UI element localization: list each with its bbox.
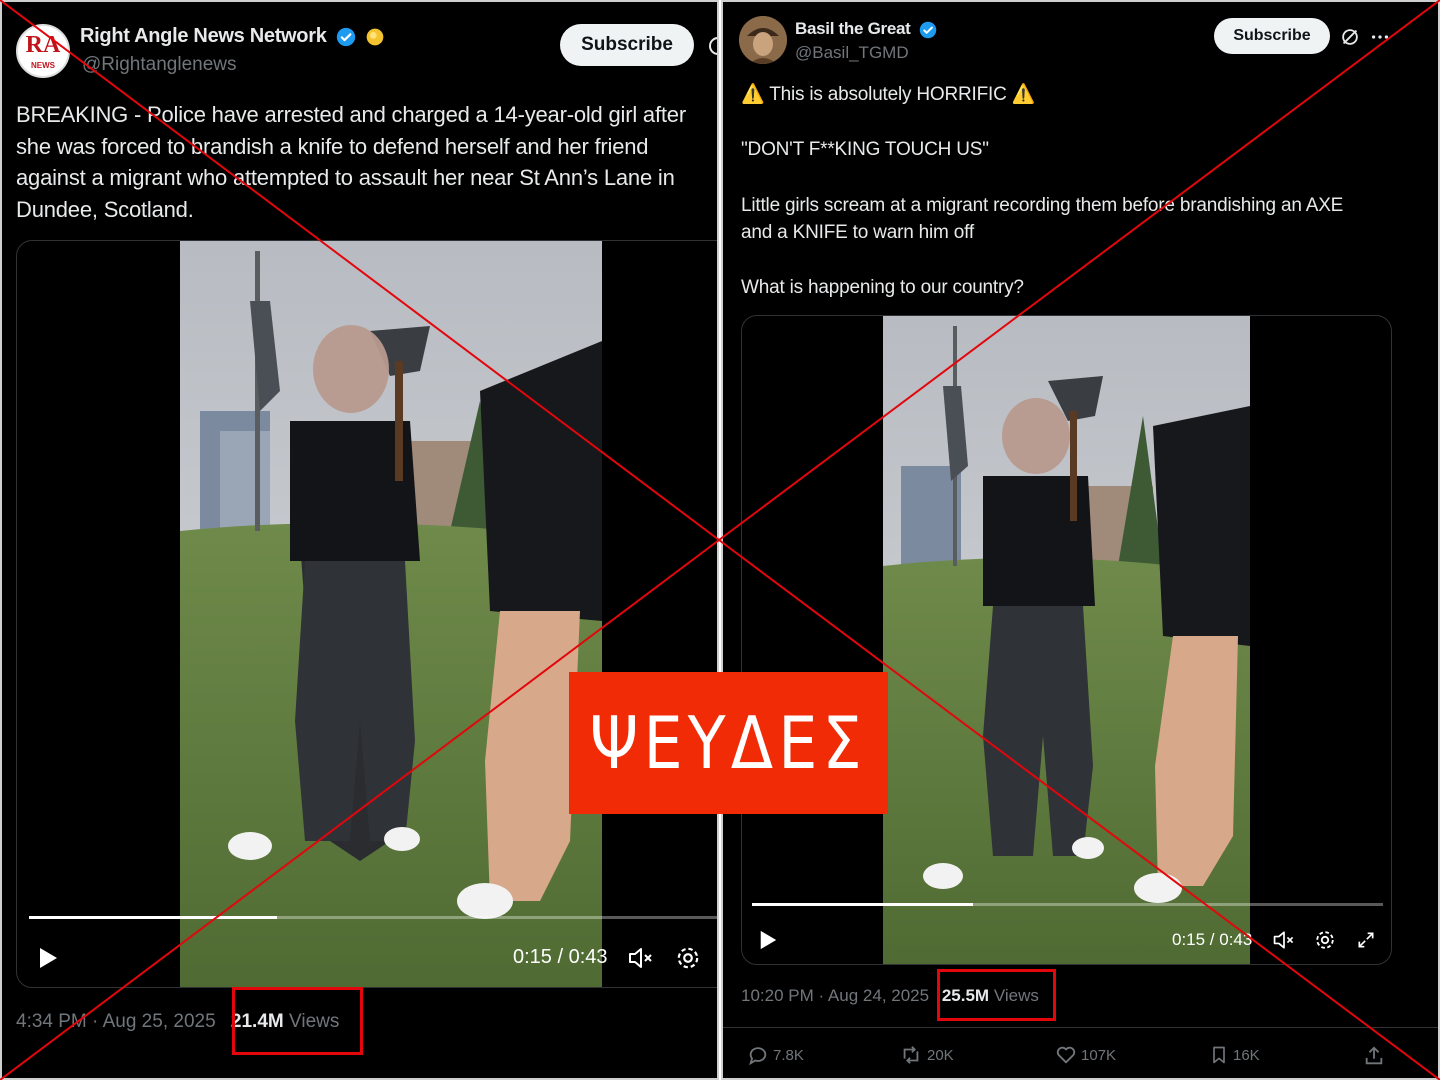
display-name-text[interactable]: Right Angle News Network [80,25,327,47]
fake-verdict-label: ΨΕΥΔΕΣ [589,701,868,785]
tweet-text-line-1: ⚠️ This is absolutely HORRIFIC ⚠️ [741,84,1036,105]
bookmark-button[interactable]: 16K [1209,1044,1260,1066]
video-frame[interactable] [180,241,602,987]
avatar[interactable] [739,16,787,64]
display-name[interactable]: Basil the Great [795,19,937,39]
share-icon[interactable] [1363,1045,1385,1067]
logo-sub-text: NEWS [31,61,55,70]
tweet-text: BREAKING - Police have arrested and char… [16,102,686,222]
video-frame[interactable] [883,316,1250,964]
verified-badge-icon [919,21,937,38]
repost-icon [903,1046,919,1064]
video-progress-fill [29,916,277,919]
mute-icon[interactable] [1272,929,1296,951]
video-player[interactable]: 0:15 / 0:43 [16,240,717,988]
video-progress-bar[interactable] [752,903,1383,906]
repost-button[interactable]: 20K [899,1044,954,1066]
reply-icon [749,1047,767,1066]
repost-count: 20K [927,1046,954,1064]
video-progress-fill [752,903,973,906]
tweet-text-line-2: "DON'T F**KING TOUCH US" [741,139,989,160]
action-bar [723,1027,1438,1028]
right-tweet-card: Basil the Great @Basil_TGMD Subscribe ⚠️… [721,0,1440,1080]
like-button[interactable]: 107K [1055,1044,1116,1066]
video-time: 0:15 / 0:43 [1172,930,1253,949]
more-options-icon[interactable] [1369,26,1391,48]
tweet-text-line-3: Little girls scream at a migrant recordi… [741,195,1344,243]
verified-badge-icon [336,27,355,46]
subscribe-button[interactable]: Subscribe [1214,18,1330,54]
logo-icon: RA [25,32,61,58]
timestamp[interactable]: 10:20 PM · Aug 24, 2025 [741,986,929,1005]
like-count: 107K [1081,1046,1117,1064]
avatar[interactable]: RA NEWS [16,24,70,78]
grok-icon[interactable] [1339,26,1361,48]
play-icon[interactable] [758,929,778,951]
play-icon[interactable] [37,946,59,970]
fullscreen-icon[interactable] [1356,930,1376,950]
avatar-portrait-icon [739,16,787,64]
grok-icon[interactable] [706,34,719,58]
views-highlight-box [937,969,1056,1021]
display-name[interactable]: Right Angle News Network [80,25,385,48]
handle[interactable]: @Rightanglenews [82,54,237,76]
reply-count: 7.8K [773,1046,804,1064]
video-player[interactable]: 0:15 / 0:43 [741,315,1392,965]
timestamp[interactable]: 4:34 PM · Aug 25, 2025 [16,1011,216,1032]
bookmark-icon [1213,1046,1225,1064]
video-progress-bar[interactable] [29,916,717,919]
fake-verdict-stamp: ΨΕΥΔΕΣ [569,672,888,814]
gold-badge-icon [366,28,384,46]
display-name-text[interactable]: Basil the Great [795,19,911,38]
views-highlight-box [232,987,363,1055]
video-still-image [883,316,1250,964]
left-tweet-card: RA NEWS Right Angle News Network @Righta… [0,0,719,1080]
handle[interactable]: @Basil_TGMD [795,43,909,63]
tweet-text-line-4: What is happening to our country? [741,277,1024,298]
subscribe-button[interactable]: Subscribe [560,24,694,66]
heart-icon [1056,1046,1076,1064]
settings-icon[interactable] [675,945,701,971]
bookmark-count: 16K [1233,1046,1260,1064]
settings-icon[interactable] [1314,929,1336,951]
video-time: 0:15 / 0:43 [513,946,608,968]
video-still-image [180,241,602,987]
mute-icon[interactable] [627,946,655,970]
reply-button[interactable]: 7.8K [747,1044,804,1066]
